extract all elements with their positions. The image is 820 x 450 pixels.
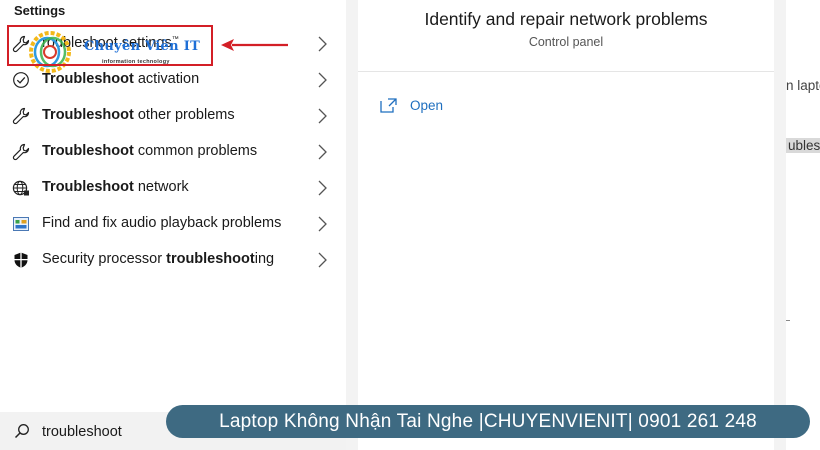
result-label-prefix: Security processor: [42, 251, 167, 267]
result-label: Troubleshoot other problems: [42, 107, 235, 123]
result-label-bold: Troubleshoot: [42, 143, 134, 159]
result-label: Troubleshoot network: [42, 179, 189, 195]
result-security-processor[interactable]: Security processor troubleshooting: [0, 242, 346, 278]
wrench-icon: [12, 107, 30, 125]
background-highlighted-text: ublesh: [786, 138, 820, 153]
result-label-rest: network: [133, 179, 189, 195]
globe-icon: [12, 179, 30, 197]
result-label-rest: other problems: [133, 107, 235, 123]
watermark-logo: Chuyên Viên IT information technology: [28, 30, 218, 73]
chevron-right-icon[interactable]: [314, 35, 330, 53]
banner-text: Laptop Không Nhận Tai Nghe |CHUYENVIENIT…: [219, 410, 757, 432]
background-window: n lapto ublesh: [786, 0, 820, 450]
chevron-right-icon[interactable]: [314, 251, 330, 269]
result-label-rest: Find and fix audio playback problems: [42, 215, 282, 231]
logo-mark-icon: [29, 31, 71, 73]
red-arrow-icon: [221, 39, 288, 51]
result-label-rest: ing: [254, 251, 275, 267]
open-external-icon: [380, 98, 397, 113]
result-label-bold: Troubleshoot: [42, 179, 134, 195]
result-label-bold: troubleshoot: [166, 251, 255, 267]
logo-text: Chuyên Viên IT: [84, 39, 201, 54]
chevron-right-icon[interactable]: [314, 143, 330, 161]
open-label: Open: [410, 98, 444, 113]
result-label-bold: Troubleshoot: [42, 107, 134, 123]
chevron-right-icon[interactable]: [314, 215, 330, 233]
result-troubleshoot-network[interactable]: Troubleshoot network: [0, 170, 346, 206]
result-troubleshoot-common-problems[interactable]: Troubleshoot common problems: [0, 134, 346, 170]
result-label: Find and fix audio playback problems: [42, 215, 281, 231]
preview-title: Identify and repair network problems: [424, 9, 708, 29]
result-label-rest: activation: [133, 71, 200, 87]
logo-subtext: information technology: [102, 59, 170, 65]
result-troubleshoot-other-problems[interactable]: Troubleshoot other problems: [0, 98, 346, 134]
result-label-rest: common problems: [133, 143, 258, 159]
wrench-icon: [12, 143, 30, 161]
chevron-right-icon[interactable]: [314, 179, 330, 197]
section-label: Settings: [14, 3, 66, 18]
chevron-right-icon[interactable]: [314, 71, 330, 89]
shield-icon: [12, 251, 30, 269]
search-icon: [14, 424, 29, 439]
preview-divider: [358, 71, 774, 72]
background-text: n lapto: [786, 78, 820, 93]
preview-subtitle: Control panel: [528, 35, 604, 49]
control-panel-icon: [12, 215, 30, 233]
result-label: Troubleshoot common problems: [42, 143, 257, 159]
background-dash: [786, 320, 790, 321]
result-audio-playback[interactable]: Find and fix audio playback problems: [0, 206, 346, 242]
open-action[interactable]: Open: [380, 98, 443, 113]
chevron-right-icon[interactable]: [314, 107, 330, 125]
preview-pane: Identify and repair network problems Con…: [358, 0, 774, 450]
result-label: Security processor troubleshooting: [42, 251, 274, 267]
watermark-banner: Laptop Không Nhận Tai Nghe |CHUYENVIENIT…: [166, 405, 810, 438]
